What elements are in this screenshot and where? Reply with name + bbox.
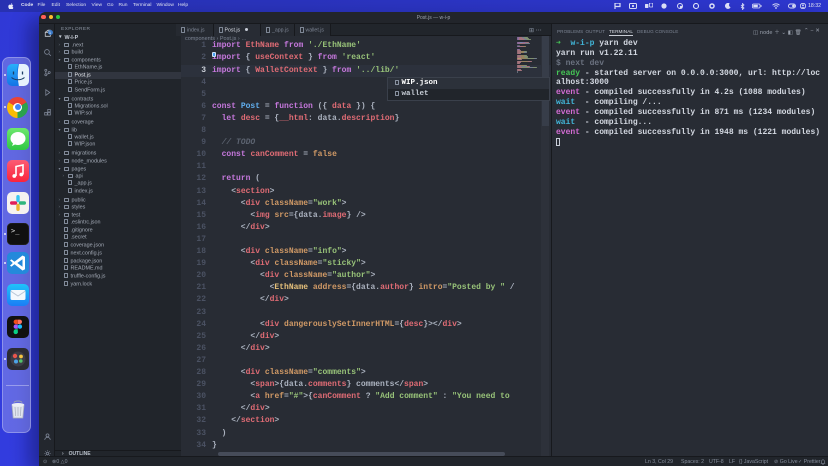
svg-text:>_: >_	[11, 227, 20, 235]
